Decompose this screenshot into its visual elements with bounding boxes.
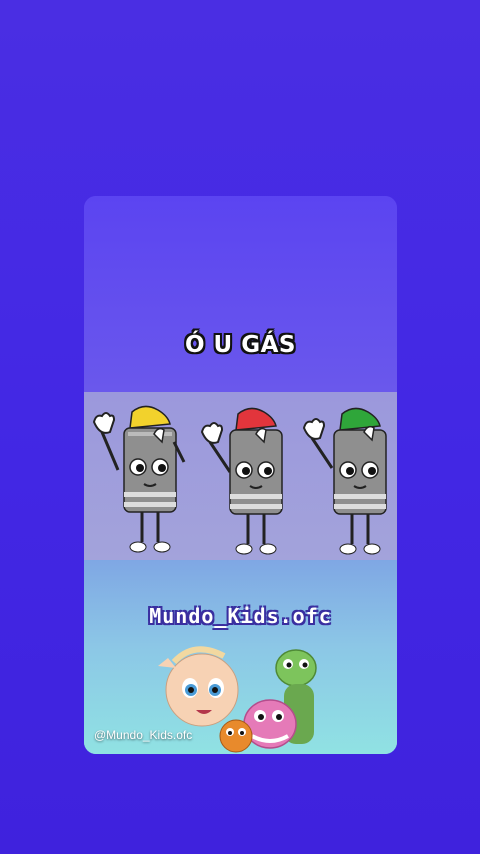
gas-cylinder-icon (302, 407, 387, 555)
video-card[interactable]: Ó U GÁS Mundo_Kids.ofc @Mundo_Kids.ofc (84, 196, 397, 754)
gas-cylinder-red-cap-character (200, 407, 283, 555)
gas-cylinder-icon (200, 407, 283, 555)
gas-cylinder-icon (92, 405, 186, 553)
gas-cylinder-yellow-cap-character (92, 405, 186, 553)
caption-panel: Ó U GÁS (84, 196, 397, 392)
characters-strip (84, 392, 397, 560)
brand-panel: Mundo_Kids.ofc @Mundo_Kids.ofc (84, 560, 397, 754)
video-caption: Ó U GÁS (185, 332, 296, 358)
gas-cylinder-green-cap-character (302, 407, 387, 555)
brand-title: Mundo_Kids.ofc (149, 604, 332, 628)
watermark-handle: @Mundo_Kids.ofc (94, 728, 193, 742)
